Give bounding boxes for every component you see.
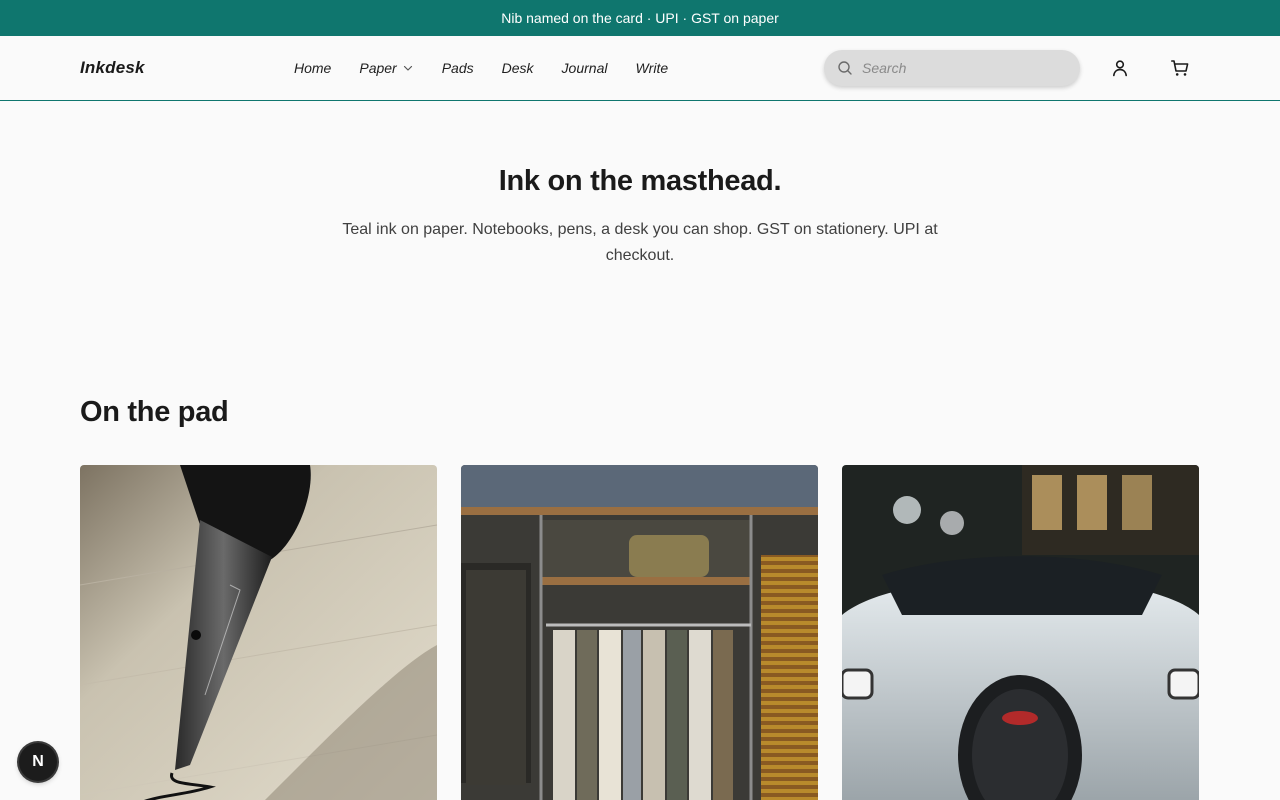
nav-label: Paper [359,60,397,76]
fountain-pen-photo [80,465,437,800]
nav-item-home[interactable]: Home [294,60,331,76]
clothing-rack-photo [461,465,818,800]
cart-button[interactable] [1168,56,1192,80]
nav-item-paper[interactable]: Paper [359,60,413,76]
product-card-pen[interactable] [80,465,437,800]
nav-item-write[interactable]: Write [635,60,668,76]
nav-item-desk[interactable]: Desk [502,60,534,76]
hero-title: Ink on the masthead. [498,165,782,197]
hero-subtitle: Teal ink on paper. Notebooks, pens, a de… [342,221,938,264]
site-header: Inkdesk Home Paper Pads Desk Journal Wri… [0,36,1280,101]
site-logo[interactable]: Inkdesk [80,36,145,100]
dev-tools-badge[interactable]: N [19,743,57,781]
nav-label: Write [635,60,669,76]
search-icon [838,61,852,75]
sports-car-photo [842,465,1199,800]
user-icon [1113,60,1127,77]
cart-icon [1171,60,1189,76]
announcement-bar: Nib named on the card · UPI · GST on pap… [0,0,1280,36]
account-button[interactable] [1108,56,1132,80]
nav-label: Pads [441,60,474,76]
nav-item-pads[interactable]: Pads [442,60,474,76]
search-input[interactable] [862,60,1062,76]
announcement-text: Nib named on the card · UPI · GST on pap… [501,10,779,26]
chevron-down-icon [403,65,412,71]
search-box[interactable] [824,50,1080,86]
nav-label: Desk [501,60,534,76]
nav-label: Home [294,60,332,76]
product-grid [80,465,1199,800]
product-card-car[interactable] [842,465,1199,800]
product-card-rack[interactable] [461,465,818,800]
section-title: On the pad [80,396,229,428]
main-nav: Home Paper Pads Desk Journal Write [294,36,668,100]
nav-item-journal[interactable]: Journal [562,60,608,76]
nav-label: Journal [561,60,608,76]
